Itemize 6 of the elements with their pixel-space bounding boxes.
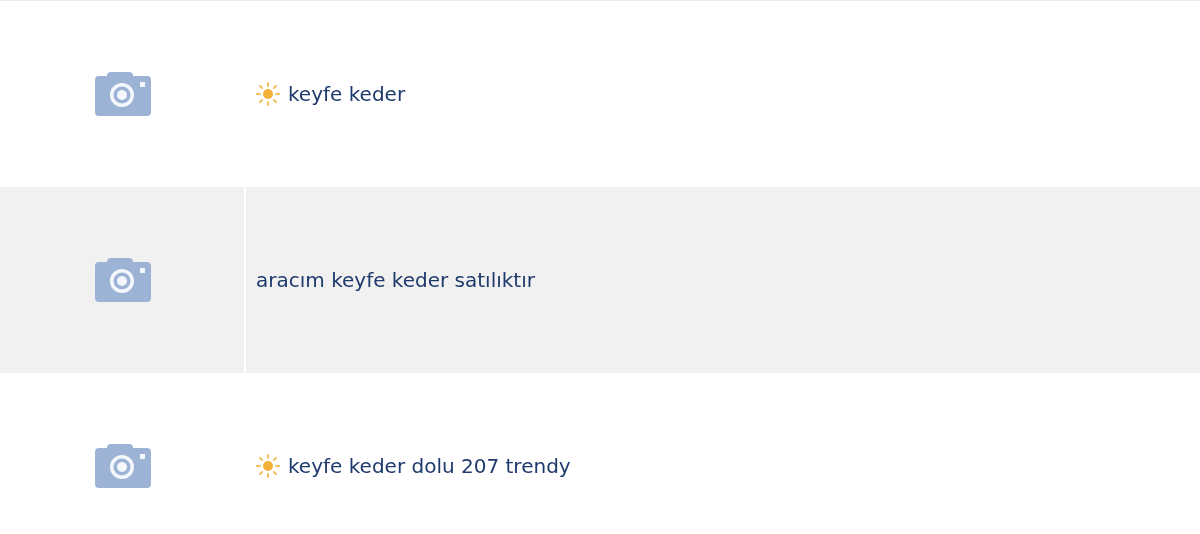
listing-title-link[interactable]: keyfe keder dolu 207 trendy xyxy=(288,454,571,478)
camera-icon xyxy=(95,258,151,302)
listing-title-link[interactable]: aracım keyfe keder satılıktır xyxy=(256,268,535,292)
camera-icon xyxy=(95,72,151,116)
listing-title-link[interactable]: keyfe keder xyxy=(288,82,406,106)
camera-icon xyxy=(95,444,151,488)
